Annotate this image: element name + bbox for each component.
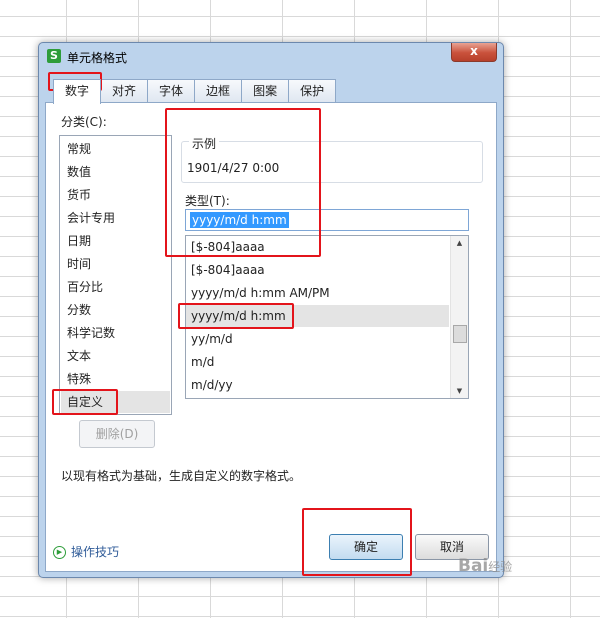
format-description: 以现有格式为基础，生成自定义的数字格式。	[61, 469, 302, 483]
category-item-number[interactable]: 数值	[61, 161, 170, 183]
tab-alignment[interactable]: 对齐	[100, 79, 149, 102]
category-label: 分类(C):	[61, 115, 107, 129]
tab-protection[interactable]: 保护	[288, 79, 337, 102]
baidu-watermark: Bai经验	[458, 556, 512, 576]
scroll-thumb[interactable]	[453, 325, 467, 343]
highlight-box-selected-type	[178, 303, 294, 329]
highlight-box-ok-button	[302, 508, 412, 576]
category-item-scientific[interactable]: 科学记数	[61, 322, 170, 344]
close-icon[interactable]: x	[451, 43, 497, 62]
category-item-special[interactable]: 特殊	[61, 368, 170, 390]
category-item-time[interactable]: 时间	[61, 253, 170, 275]
category-item-accounting[interactable]: 会计专用	[61, 207, 170, 229]
type-option[interactable]: m/d/yy	[186, 374, 449, 396]
category-item-date[interactable]: 日期	[61, 230, 170, 252]
tab-number[interactable]: 数字	[53, 79, 102, 104]
category-item-currency[interactable]: 货币	[61, 184, 170, 206]
type-option[interactable]: yyyy/m/d h:mm AM/PM	[186, 282, 449, 304]
category-list[interactable]: 常规 数值 货币 会计专用 日期 时间 百分比 分数 科学记数 文本 特殊 自定…	[59, 135, 172, 415]
category-item-text[interactable]: 文本	[61, 345, 170, 367]
dialog-title: 单元格格式	[67, 51, 128, 65]
type-option[interactable]: [$-804]aaaa	[186, 259, 449, 281]
scroll-down-icon[interactable]: ▼	[451, 384, 468, 398]
type-option[interactable]: m/d	[186, 351, 449, 373]
tab-pattern[interactable]: 图案	[241, 79, 290, 102]
dialog-title-bar[interactable]: S 单元格格式 x	[39, 43, 503, 69]
tips-link[interactable]: ▶ 操作技巧	[53, 543, 119, 560]
category-item-fraction[interactable]: 分数	[61, 299, 170, 321]
category-item-general[interactable]: 常规	[61, 138, 170, 160]
tab-bar: 数字 对齐 字体 边框 图案 保护	[53, 79, 337, 104]
highlight-box-sample-type	[165, 108, 321, 257]
highlight-box-custom-category	[52, 389, 118, 415]
app-logo-icon: S	[47, 49, 61, 63]
type-option[interactable]: yy/m/d	[186, 328, 449, 350]
category-item-percentage[interactable]: 百分比	[61, 276, 170, 298]
watermark-brand: Bai	[458, 556, 489, 576]
delete-button[interactable]: 删除(D)	[79, 420, 155, 448]
scroll-up-icon[interactable]: ▲	[451, 236, 468, 250]
tab-font[interactable]: 字体	[147, 79, 196, 102]
type-list-scrollbar[interactable]: ▲ ▼	[450, 236, 468, 398]
tips-play-icon: ▶	[53, 546, 66, 559]
tab-border[interactable]: 边框	[194, 79, 243, 102]
watermark-sub: 经验	[488, 560, 513, 574]
tips-label: 操作技巧	[71, 545, 120, 559]
